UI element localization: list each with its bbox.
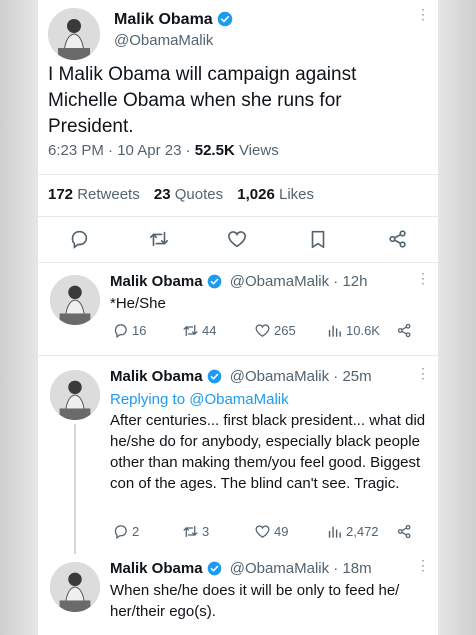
background-right (438, 0, 476, 635)
retweet-button[interactable]: 44 (182, 322, 216, 339)
retweet-icon (182, 322, 199, 339)
divider (38, 262, 438, 263)
share-icon (396, 322, 413, 339)
replying-to-link[interactable]: Replying to @ObamaMalik (110, 389, 430, 410)
bookmark-icon[interactable] (307, 228, 329, 250)
author-name[interactable]: Malik Obama (114, 11, 213, 28)
retweets-count: 172 (48, 186, 74, 203)
background-left (0, 0, 38, 635)
reply-text: After centuries... first black president… (110, 412, 426, 492)
views-button[interactable]: 10.6K (326, 322, 380, 339)
share-icon[interactable] (387, 228, 409, 250)
tweet-thread-card: Malik Obama @ObamaMalik ⋮ I Malik Obama … (38, 0, 438, 635)
reply-author-name[interactable]: Malik Obama (110, 368, 203, 385)
reply-header: Malik Obama @ObamaMalik · 25m (110, 368, 372, 388)
retweet-icon[interactable] (148, 228, 170, 250)
view-count: 2,472 (346, 524, 379, 539)
tweet-timestamp[interactable]: 6:23 PM · 10 Apr 23 · (48, 142, 195, 159)
reply-actions: 16 44 265 10.6K (110, 322, 428, 342)
reply-handle-time[interactable]: @ObamaMalik · 18m (230, 560, 372, 577)
like-icon (254, 322, 271, 339)
divider (38, 355, 438, 356)
likes-count: 1,026 (237, 186, 275, 203)
likes-label: Likes (274, 186, 315, 203)
reply-icon[interactable] (68, 228, 90, 250)
like-icon (254, 523, 271, 540)
reply-handle-time[interactable]: @ObamaMalik · 12h (230, 273, 368, 290)
views-button[interactable]: 2,472 (326, 523, 379, 540)
share-button[interactable] (396, 523, 413, 540)
avatar-photo (48, 8, 100, 60)
more-icon[interactable]: ⋮ (416, 7, 430, 21)
quotes-count: 23 (153, 186, 171, 203)
reply-button[interactable]: 16 (112, 322, 146, 339)
like-count: 49 (274, 524, 289, 539)
verified-badge-icon (207, 561, 222, 580)
reply-count: 16 (132, 323, 147, 338)
retweet-button[interactable]: 3 (182, 523, 209, 540)
divider (38, 216, 438, 217)
author-handle[interactable]: @ObamaMalik (114, 32, 213, 49)
avatar-photo (50, 562, 100, 612)
retweets-stat[interactable]: 172 Retweets (48, 186, 140, 203)
reply-count: 2 (132, 524, 140, 539)
reply-header: Malik Obama @ObamaMalik · 12h (110, 273, 368, 293)
verified-badge-icon (207, 369, 222, 388)
avatar-photo (50, 275, 100, 325)
verified-badge-icon (217, 11, 233, 32)
verified-badge-icon (207, 274, 222, 293)
reply-text: *He/She (110, 295, 166, 312)
retweet-count: 44 (202, 323, 217, 338)
retweet-count: 3 (202, 524, 210, 539)
views-icon (326, 523, 343, 540)
retweet-icon (182, 523, 199, 540)
thread-line (74, 424, 76, 554)
share-button[interactable] (396, 322, 413, 339)
share-icon (396, 523, 413, 540)
avatar[interactable] (48, 8, 100, 60)
like-count: 265 (274, 323, 296, 338)
divider (38, 174, 438, 175)
more-icon[interactable]: ⋮ (416, 558, 430, 572)
reply-actions: 2 3 49 2,472 (110, 523, 428, 543)
quotes-label: Quotes (170, 186, 224, 203)
reply-button[interactable]: 2 (112, 523, 139, 540)
reply-text: When she/he does it will be only to feed… (110, 582, 400, 620)
tweet-stats: 172 Retweets 23 Quotes 1,026 Likes (48, 186, 324, 203)
reply-avatar[interactable] (50, 562, 100, 612)
reply-icon (112, 523, 129, 540)
more-icon[interactable]: ⋮ (416, 366, 430, 380)
reply-header: Malik Obama @ObamaMalik · 18m (110, 560, 372, 580)
like-icon[interactable] (226, 228, 248, 250)
reply-author-name[interactable]: Malik Obama (110, 273, 203, 290)
tweet-meta: 6:23 PM · 10 Apr 23 · 52.5K Views (48, 142, 279, 159)
quotes-stat[interactable]: 23 Quotes (154, 186, 223, 203)
view-count: 10.6K (346, 323, 380, 338)
tweet-text: I Malik Obama will campaign against Mich… (48, 64, 357, 137)
views-label: Views (234, 142, 279, 159)
reply-avatar[interactable] (50, 370, 100, 420)
avatar-photo (50, 370, 100, 420)
retweets-label: Retweets (73, 186, 140, 203)
reply-handle-time[interactable]: @ObamaMalik · 25m (230, 368, 372, 385)
like-button[interactable]: 49 (254, 523, 288, 540)
tweet-actions (38, 228, 438, 252)
reply-avatar[interactable] (50, 275, 100, 325)
more-icon[interactable]: ⋮ (416, 271, 430, 285)
reply-author-name[interactable]: Malik Obama (110, 560, 203, 577)
like-button[interactable]: 265 (254, 322, 296, 339)
views-count: 52.5K (194, 142, 235, 159)
likes-stat[interactable]: 1,026 Likes (237, 186, 314, 203)
author-line: Malik Obama (114, 11, 233, 32)
reply-actions-cropped (110, 625, 428, 635)
views-icon (326, 322, 343, 339)
reply-icon (112, 322, 129, 339)
